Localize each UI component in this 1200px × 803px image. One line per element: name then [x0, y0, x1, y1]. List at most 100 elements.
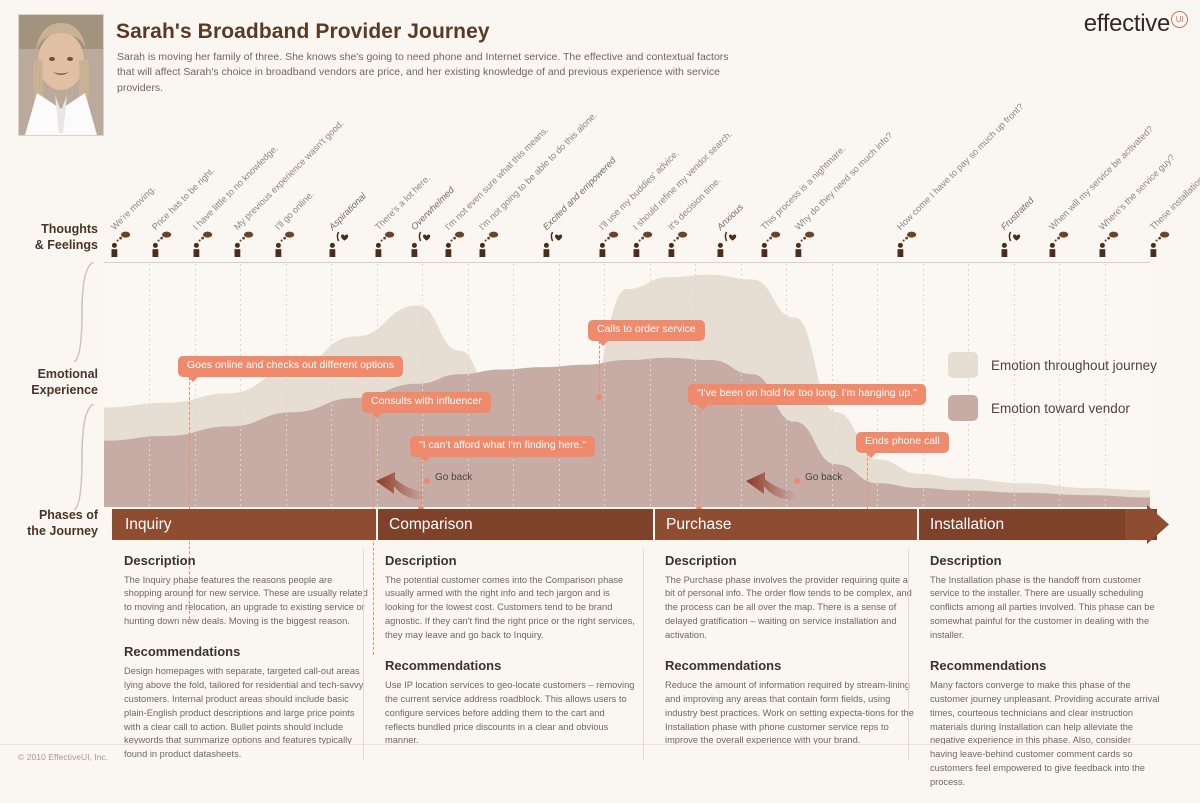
row-label-phases-line1: Phases of — [38, 508, 98, 522]
callout-leader-line — [867, 453, 868, 515]
brand-logo: effective UI — [1084, 10, 1188, 38]
callout-label[interactable]: Goes online and checks out different opt… — [178, 356, 404, 381]
person-thought-icon — [478, 227, 500, 262]
legend-label: Emotion throughout journey — [991, 357, 1157, 373]
recommendations-text: Use IP location services to geo-locate c… — [385, 679, 635, 746]
person-heart-icon — [328, 227, 350, 262]
row-label-phases-line2: the Journey — [27, 523, 98, 538]
column-divider — [643, 549, 644, 761]
recommendations-heading: Recommendations — [124, 644, 241, 660]
callout-label[interactable]: Calls to order service — [588, 320, 705, 345]
thoughts-divider — [104, 262, 1150, 263]
description-text: The Purchase phase involves the provider… — [665, 574, 912, 641]
person-thought-icon — [233, 227, 255, 262]
phase-separator — [917, 509, 919, 540]
legend-item: Emotion throughout journey — [948, 352, 1157, 378]
callout-label[interactable]: "I've been on hold for too long. I'm han… — [688, 384, 926, 409]
footer-copyright: © 2010 EffectiveUI, Inc. — [18, 752, 109, 762]
callout-label[interactable]: Ends phone call — [856, 432, 949, 457]
description-heading: Description — [930, 553, 1002, 568]
person-thought-icon — [151, 227, 173, 262]
person-thought-icon — [598, 227, 620, 262]
person-thought-icon — [110, 227, 132, 262]
intro-paragraph: Sarah is moving her family of three. She… — [117, 51, 729, 94]
row-label-emotional-line1: Emotional — [37, 367, 98, 381]
person-thought-icon — [896, 227, 918, 262]
callout-label[interactable]: "I can't afford what I'm finding here." — [410, 436, 596, 461]
description-text: The Inquiry phase features the reasons p… — [124, 574, 368, 627]
thought-label: How come I have to pay so much up front? — [894, 101, 1026, 232]
person-thought-icon — [444, 227, 466, 262]
description-text: The Installation phase is the handoff fr… — [930, 574, 1155, 641]
phase-segment-purchase[interactable]: Purchase — [653, 509, 917, 540]
phases-bar: Inquiry Comparison Purchase Installation — [112, 505, 1169, 544]
row-label-emotional: Emotional Experience — [2, 367, 98, 398]
brace-upper-icon — [72, 262, 98, 362]
recommendations-text: Design homepages with separate, targeted… — [124, 665, 364, 760]
person-thought-icon — [274, 227, 296, 262]
legend-swatch — [948, 352, 978, 378]
row-label-phases: Phases of the Journey — [2, 508, 98, 539]
description-heading: Description — [124, 553, 196, 568]
legend-item: Emotion toward vendor — [948, 395, 1157, 421]
footer-divider — [0, 744, 1200, 745]
column-divider — [363, 549, 364, 761]
phase-separator — [376, 509, 378, 540]
thought-label: I have little to no knowledge. — [190, 142, 280, 232]
journey-arrow-icon — [1125, 505, 1169, 549]
description-text: The potential customer comes into the Co… — [385, 574, 635, 641]
person-heart-icon — [1000, 227, 1022, 262]
phase-detail-comparison: Description The potential customer comes … — [385, 551, 635, 761]
phase-segment-comparison[interactable]: Comparison — [376, 509, 653, 540]
go-back-label: Go back — [435, 472, 473, 483]
recommendations-heading: Recommendations — [930, 658, 1047, 674]
phase-separator — [653, 509, 655, 540]
recommendations-heading: Recommendations — [665, 658, 782, 674]
description-heading: Description — [385, 553, 457, 568]
callout-anchor-dot — [596, 394, 602, 400]
person-heart-icon — [716, 227, 738, 262]
row-label-thoughts: Thoughts & Feelings — [2, 222, 98, 253]
person-thought-icon — [794, 227, 816, 262]
person-thought-icon — [667, 227, 689, 262]
row-label-emotional-line2: Experience — [31, 382, 98, 397]
thoughts-and-feelings-strip: We're moving. Price has to be right. I hav… — [104, 96, 1200, 262]
thought-label: When will my service be activated? — [1046, 123, 1156, 232]
column-divider — [908, 549, 909, 761]
logo-text: effective — [1083, 10, 1171, 37]
page-title: Sarah's Broadband Provider Journey — [116, 20, 490, 43]
phase-detail-inquiry: Description The Inquiry phase features th… — [124, 551, 369, 775]
legend-swatch — [948, 395, 978, 421]
phase-detail-installation: Description The Installation phase is the… — [930, 551, 1160, 803]
phase-segment-installation[interactable]: Installation — [917, 509, 1157, 540]
phase-segment-inquiry[interactable]: Inquiry — [112, 509, 376, 540]
callout-leader-line — [599, 341, 600, 397]
description-heading: Description — [665, 553, 737, 568]
go-back-label: Go back — [805, 472, 843, 483]
person-thought-icon — [374, 227, 396, 262]
person-thought-icon — [1149, 227, 1171, 262]
chart-legend: Emotion throughout journey Emotion toward… — [948, 352, 1157, 438]
feeling-label: Aspirational — [326, 190, 368, 232]
phase-detail-purchase: Description The Purchase phase involves t… — [665, 551, 915, 761]
row-label-thoughts-line1: Thoughts — [41, 222, 98, 236]
person-thought-icon — [632, 227, 654, 262]
brace-lower-icon — [72, 404, 98, 510]
recommendations-text: Many factors converge to make this phase… — [930, 679, 1160, 788]
callout-label[interactable]: Consults with influencer — [362, 392, 491, 417]
logo-badge: UI — [1171, 11, 1188, 28]
go-back-arrow-icon — [374, 470, 426, 509]
avatar — [18, 14, 104, 136]
recommendations-heading: Recommendations — [385, 658, 502, 674]
legend-label: Emotion toward vendor — [991, 400, 1130, 416]
thought-label: I'll go online. — [272, 189, 316, 232]
person-thought-icon — [760, 227, 782, 262]
person-thought-icon — [1048, 227, 1070, 262]
callout-leader-line — [699, 405, 700, 509]
person-thought-icon — [1098, 227, 1120, 262]
person-thought-icon — [192, 227, 214, 262]
recommendations-text: Reduce the amount of information require… — [665, 679, 914, 746]
go-back-arrow-icon — [744, 470, 796, 509]
person-heart-icon — [410, 227, 432, 262]
row-label-thoughts-line2: & Feelings — [34, 237, 98, 252]
